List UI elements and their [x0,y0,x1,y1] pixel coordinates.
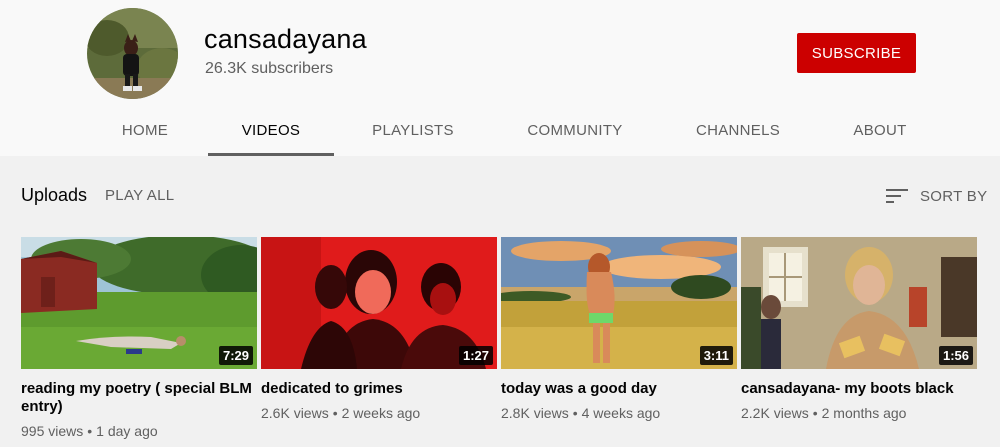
video-card: 1:27 dedicated to grimes 2.6K views • 2 we… [261,237,497,422]
tab-community[interactable]: COMMUNITY [510,104,640,156]
tab-home[interactable]: HOME [103,104,187,156]
video-title[interactable]: today was a good day [501,380,737,398]
view-count: 2.8K views [501,405,569,421]
sort-icon [886,189,908,203]
video-duration: 1:56 [938,346,973,365]
meta-separator: • [812,405,818,421]
meta-separator: • [572,405,578,421]
video-duration: 3:11 [699,346,733,365]
view-count: 2.6K views [261,405,329,421]
channel-name: cansadayana [204,24,367,54]
video-card: 3:11 today was a good day 2.8K views • 4 w… [501,237,737,422]
video-duration: 1:27 [458,346,493,365]
view-count: 995 views [21,423,84,439]
sort-by-button[interactable]: SORT BY [886,184,987,208]
tab-playlists[interactable]: PLAYLISTS [355,104,471,156]
video-card: 7:29 reading my poetry ( special BLM ent… [21,237,257,440]
upload-age: 2 weeks ago [341,405,421,421]
meta-separator: • [87,423,93,439]
tab-videos[interactable]: VIDEOS [208,104,334,156]
play-all-button[interactable]: PLAY ALL [105,187,174,204]
channel-tabs: HOME VIDEOS PLAYLISTS COMMUNITY CHANNELS… [0,104,1000,156]
uploads-title: Uploads [21,185,88,205]
video-card: 1:56 cansadayana- my boots black 2.2K vi… [741,237,977,422]
tab-about[interactable]: ABOUT [835,104,925,156]
video-title[interactable]: dedicated to grimes [261,380,497,398]
channel-header: cansadayana 26.3K subscribers SUBSCRIBE … [0,0,1000,156]
sort-by-label: SORT BY [920,187,988,205]
video-thumbnail[interactable]: 7:29 [21,237,257,369]
view-count: 2.2K views [741,405,809,421]
subscribe-button[interactable]: SUBSCRIBE [797,33,916,73]
video-title[interactable]: cansadayana- my boots black [741,380,977,398]
channel-avatar[interactable] [87,8,178,99]
video-title[interactable]: reading my poetry ( special BLM entry) [21,380,257,416]
video-thumbnail[interactable]: 1:27 [261,237,497,369]
tab-channels[interactable]: CHANNELS [680,104,796,156]
upload-age: 2 months ago [821,405,907,421]
video-meta: 995 views • 1 day ago [21,422,257,440]
video-meta: 2.8K views • 4 weeks ago [501,404,737,422]
video-meta: 2.6K views • 2 weeks ago [261,404,497,422]
upload-age: 1 day ago [96,423,158,439]
video-thumbnail[interactable]: 1:56 [741,237,977,369]
subscriber-count: 26.3K subscribers [205,60,334,77]
upload-age: 4 weeks ago [581,405,661,421]
video-duration: 7:29 [218,346,253,365]
video-meta: 2.2K views • 2 months ago [741,404,977,422]
video-thumbnail[interactable]: 3:11 [501,237,737,369]
meta-separator: • [332,405,338,421]
